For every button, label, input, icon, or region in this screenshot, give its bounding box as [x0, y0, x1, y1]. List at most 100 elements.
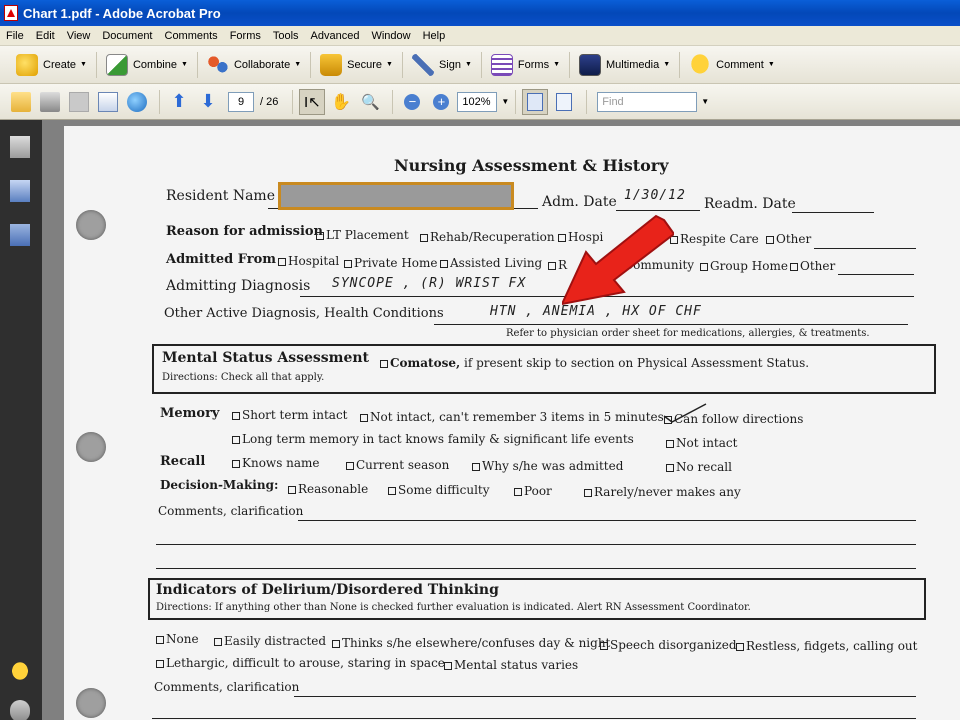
web-button[interactable]	[124, 89, 150, 115]
sign-button[interactable]: Sign ▼	[406, 50, 478, 80]
print-button[interactable]	[37, 89, 63, 115]
menu-tools[interactable]: Tools	[267, 30, 305, 42]
menu-comments[interactable]: Comments	[159, 30, 224, 42]
checkbox	[700, 263, 708, 271]
comments-panel-icon[interactable]	[10, 660, 30, 682]
checkbox	[388, 487, 396, 495]
combine-button[interactable]: Combine ▼	[100, 50, 194, 80]
delirium-option: Mental status varies	[444, 658, 578, 672]
toolbar-divider	[515, 89, 517, 114]
previous-page-button[interactable]: ⬆	[166, 89, 192, 115]
admitted-option: Hospital	[278, 254, 339, 268]
checkbox	[584, 489, 592, 497]
checkbox	[472, 463, 480, 471]
hole-punch	[76, 432, 106, 462]
email-button[interactable]	[95, 89, 121, 115]
decision-option: Some difficulty	[388, 483, 490, 497]
toolbar-divider	[95, 51, 97, 78]
navigation-pane	[0, 120, 42, 720]
chevron-down-icon: ▼	[181, 61, 188, 68]
multimedia-icon	[579, 53, 602, 76]
menu-forms[interactable]: Forms	[224, 30, 267, 42]
page-number-input[interactable]: 9	[228, 91, 254, 112]
hole-punch	[76, 210, 106, 240]
secure-label: Secure	[347, 58, 382, 71]
printer-icon	[40, 91, 60, 112]
menu-edit[interactable]: Edit	[30, 30, 61, 42]
document-view[interactable]: Nursing Assessment & History Resident Na…	[42, 120, 960, 720]
pdf-app-icon	[4, 5, 18, 21]
zoom-out-button[interactable]: −	[399, 89, 425, 115]
pages-panel-icon[interactable]	[10, 136, 30, 158]
collaborate-button[interactable]: Collaborate ▼	[201, 50, 307, 80]
checkbox	[736, 643, 744, 651]
globe-icon	[127, 91, 147, 112]
forms-button[interactable]: Forms ▼	[485, 50, 566, 80]
comments-line	[298, 520, 916, 521]
toolbar-divider	[480, 51, 482, 78]
toolbar-divider	[310, 51, 312, 78]
find-input[interactable]: Find	[597, 91, 698, 112]
find-dropdown-caret-icon[interactable]: ▼	[701, 97, 709, 106]
comment-button[interactable]: Comment ▼	[683, 50, 781, 80]
secure-button[interactable]: Secure ▼	[314, 50, 399, 80]
menu-file[interactable]: File	[0, 30, 30, 42]
plus-circle-icon: +	[433, 93, 450, 110]
comments2-label: Comments, clarification	[154, 680, 300, 694]
comments2-line	[152, 718, 916, 719]
zoom-dropdown-caret-icon[interactable]: ▼	[501, 97, 509, 106]
create-label: Create	[43, 58, 77, 71]
acrobat-window: Chart 1.pdf - Adobe Acrobat Pro File Edi…	[0, 0, 960, 720]
bookmarks-panel-icon[interactable]	[10, 180, 30, 202]
menu-window[interactable]: Window	[365, 30, 416, 42]
attachments-panel-icon[interactable]	[10, 700, 30, 720]
hand-tool-button[interactable]: ✋	[328, 89, 354, 115]
checkbox	[548, 262, 556, 270]
forms-label: Forms	[517, 58, 550, 71]
create-button[interactable]: Create ▼	[10, 50, 93, 80]
delirium-option: Lethargic, difficult to arouse, staring …	[156, 656, 445, 670]
memory-option: Short term intact	[232, 408, 348, 422]
menu-document[interactable]: Document	[96, 30, 158, 42]
adm-date-value: 1/30/12	[624, 188, 686, 203]
chevron-down-icon: ▼	[80, 61, 87, 68]
open-button[interactable]	[8, 89, 34, 115]
checkbox	[790, 263, 798, 271]
toolbar-divider	[392, 89, 394, 114]
select-tool-button[interactable]: I↖	[299, 88, 326, 115]
fit-page-button[interactable]	[551, 89, 577, 115]
save-button[interactable]	[66, 89, 92, 115]
comments-line	[156, 544, 916, 545]
comments-line	[156, 568, 916, 569]
arrow-down-icon: ⬇	[200, 91, 216, 111]
resident-name-label: Resident Name	[166, 188, 275, 204]
marquee-zoom-button[interactable]: 🔍	[357, 89, 383, 115]
comment-bubble-icon	[689, 53, 712, 76]
memory-option: Long term memory in tact knows family & …	[232, 432, 634, 446]
minus-circle-icon: −	[404, 93, 421, 110]
checkbox	[156, 636, 164, 644]
delirium-option: Easily distracted	[214, 634, 326, 648]
fit-width-button[interactable]	[522, 88, 549, 115]
menu-view[interactable]: View	[61, 30, 97, 42]
decision-option: Reasonable	[288, 482, 368, 496]
zoom-level-input[interactable]: 102%	[457, 91, 498, 112]
multimedia-button[interactable]: Multimedia ▼	[573, 50, 676, 80]
adm-date-label: Adm. Date	[542, 194, 617, 210]
checkbox	[156, 660, 164, 668]
checkbox	[278, 258, 286, 266]
mental-status-directions: Directions: Check all that apply.	[162, 372, 325, 383]
recall-option: No recall	[666, 460, 732, 474]
combine-icon	[105, 53, 128, 76]
next-page-button[interactable]: ⬇	[195, 89, 221, 115]
menu-help[interactable]: Help	[417, 30, 452, 42]
adm-date-line	[616, 210, 700, 211]
delirium-directions: Directions: If anything other than None …	[156, 602, 751, 613]
admitted-option: Other	[790, 259, 835, 273]
reason-other-line	[814, 248, 916, 249]
checkbox	[444, 662, 452, 670]
menu-advanced[interactable]: Advanced	[305, 30, 366, 42]
delirium-option: Thinks s/he elsewhere/confuses day & nig…	[332, 636, 610, 650]
zoom-in-button[interactable]: +	[428, 89, 454, 115]
signatures-panel-icon[interactable]	[10, 224, 30, 246]
